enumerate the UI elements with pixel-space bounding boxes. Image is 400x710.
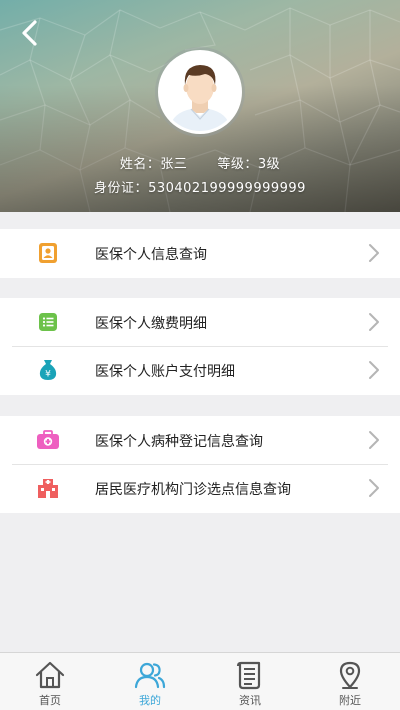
user-avatar-icon xyxy=(161,53,239,131)
hospital-icon xyxy=(36,476,60,500)
chevron-right-icon xyxy=(369,313,379,331)
chevron-right-icon xyxy=(369,431,379,449)
name-level-line: 姓名：张三 等级：3级 xyxy=(0,153,400,172)
tab-mine[interactable]: 我的 xyxy=(100,653,200,710)
menu-item-disease-registration[interactable]: 医保个人病种登记信息查询 xyxy=(0,416,400,464)
menu-item-outpatient-selection[interactable]: 居民医疗机构门诊选点信息查询 xyxy=(0,464,400,512)
medical-kit-icon xyxy=(36,428,60,452)
back-button[interactable] xyxy=(12,16,46,50)
tab-news[interactable]: 资讯 xyxy=(200,653,300,710)
users-icon xyxy=(134,660,166,690)
chevron-left-icon xyxy=(22,20,37,46)
tab-label: 资讯 xyxy=(239,694,261,707)
id-label: 身份证： xyxy=(94,181,149,196)
menu-item-label: 医保个人信息查询 xyxy=(95,247,207,263)
person-card-icon xyxy=(36,241,60,265)
menu-group-1: 医保个人信息查询 xyxy=(0,229,400,278)
menu-item-personal-info[interactable]: 医保个人信息查询 xyxy=(0,229,400,277)
tab-label: 首页 xyxy=(39,694,61,707)
tab-label: 附近 xyxy=(339,694,361,707)
profile-header: 姓名：张三 等级：3级 身份证：530402199999999999 xyxy=(0,0,400,212)
menu-item-label: 医保个人病种登记信息查询 xyxy=(95,434,263,450)
level-value: 3级 xyxy=(257,157,281,172)
list-icon xyxy=(36,310,60,334)
menu-item-label: 居民医疗机构门诊选点信息查询 xyxy=(95,482,291,498)
location-pin-icon xyxy=(334,660,366,690)
tab-home[interactable]: 首页 xyxy=(0,653,100,710)
id-value: 530402199999999999 xyxy=(148,181,306,196)
name-label: 姓名： xyxy=(119,157,161,172)
chevron-right-icon xyxy=(369,479,379,497)
menu-group-3: 医保个人病种登记信息查询 居民医疗机构门诊选点信息查询 xyxy=(0,416,400,513)
name-value: 张三 xyxy=(160,157,188,172)
id-line: 身份证：530402199999999999 xyxy=(0,177,400,196)
menu-item-label: 医保个人账户支付明细 xyxy=(95,364,235,380)
menu-group-2: 医保个人缴费明细 ¥ 医保个人账户支付明细 xyxy=(0,298,400,395)
tab-nearby[interactable]: 附近 xyxy=(300,653,400,710)
tab-label: 我的 xyxy=(139,694,161,707)
home-icon xyxy=(34,660,66,690)
chevron-right-icon xyxy=(369,361,379,379)
bottom-tab-bar: 首页 我的 资讯 附近 xyxy=(0,652,400,710)
menu-item-payment-details[interactable]: 医保个人缴费明细 xyxy=(0,298,400,346)
menu-item-label: 医保个人缴费明细 xyxy=(95,316,207,332)
level-label: 等级： xyxy=(217,157,258,172)
avatar[interactable] xyxy=(158,50,242,134)
news-icon xyxy=(234,660,266,690)
menu-item-account-payment[interactable]: ¥ 医保个人账户支付明细 xyxy=(0,346,400,394)
money-bag-icon: ¥ xyxy=(36,358,60,382)
svg-text:¥: ¥ xyxy=(45,370,51,380)
chevron-right-icon xyxy=(369,244,379,262)
